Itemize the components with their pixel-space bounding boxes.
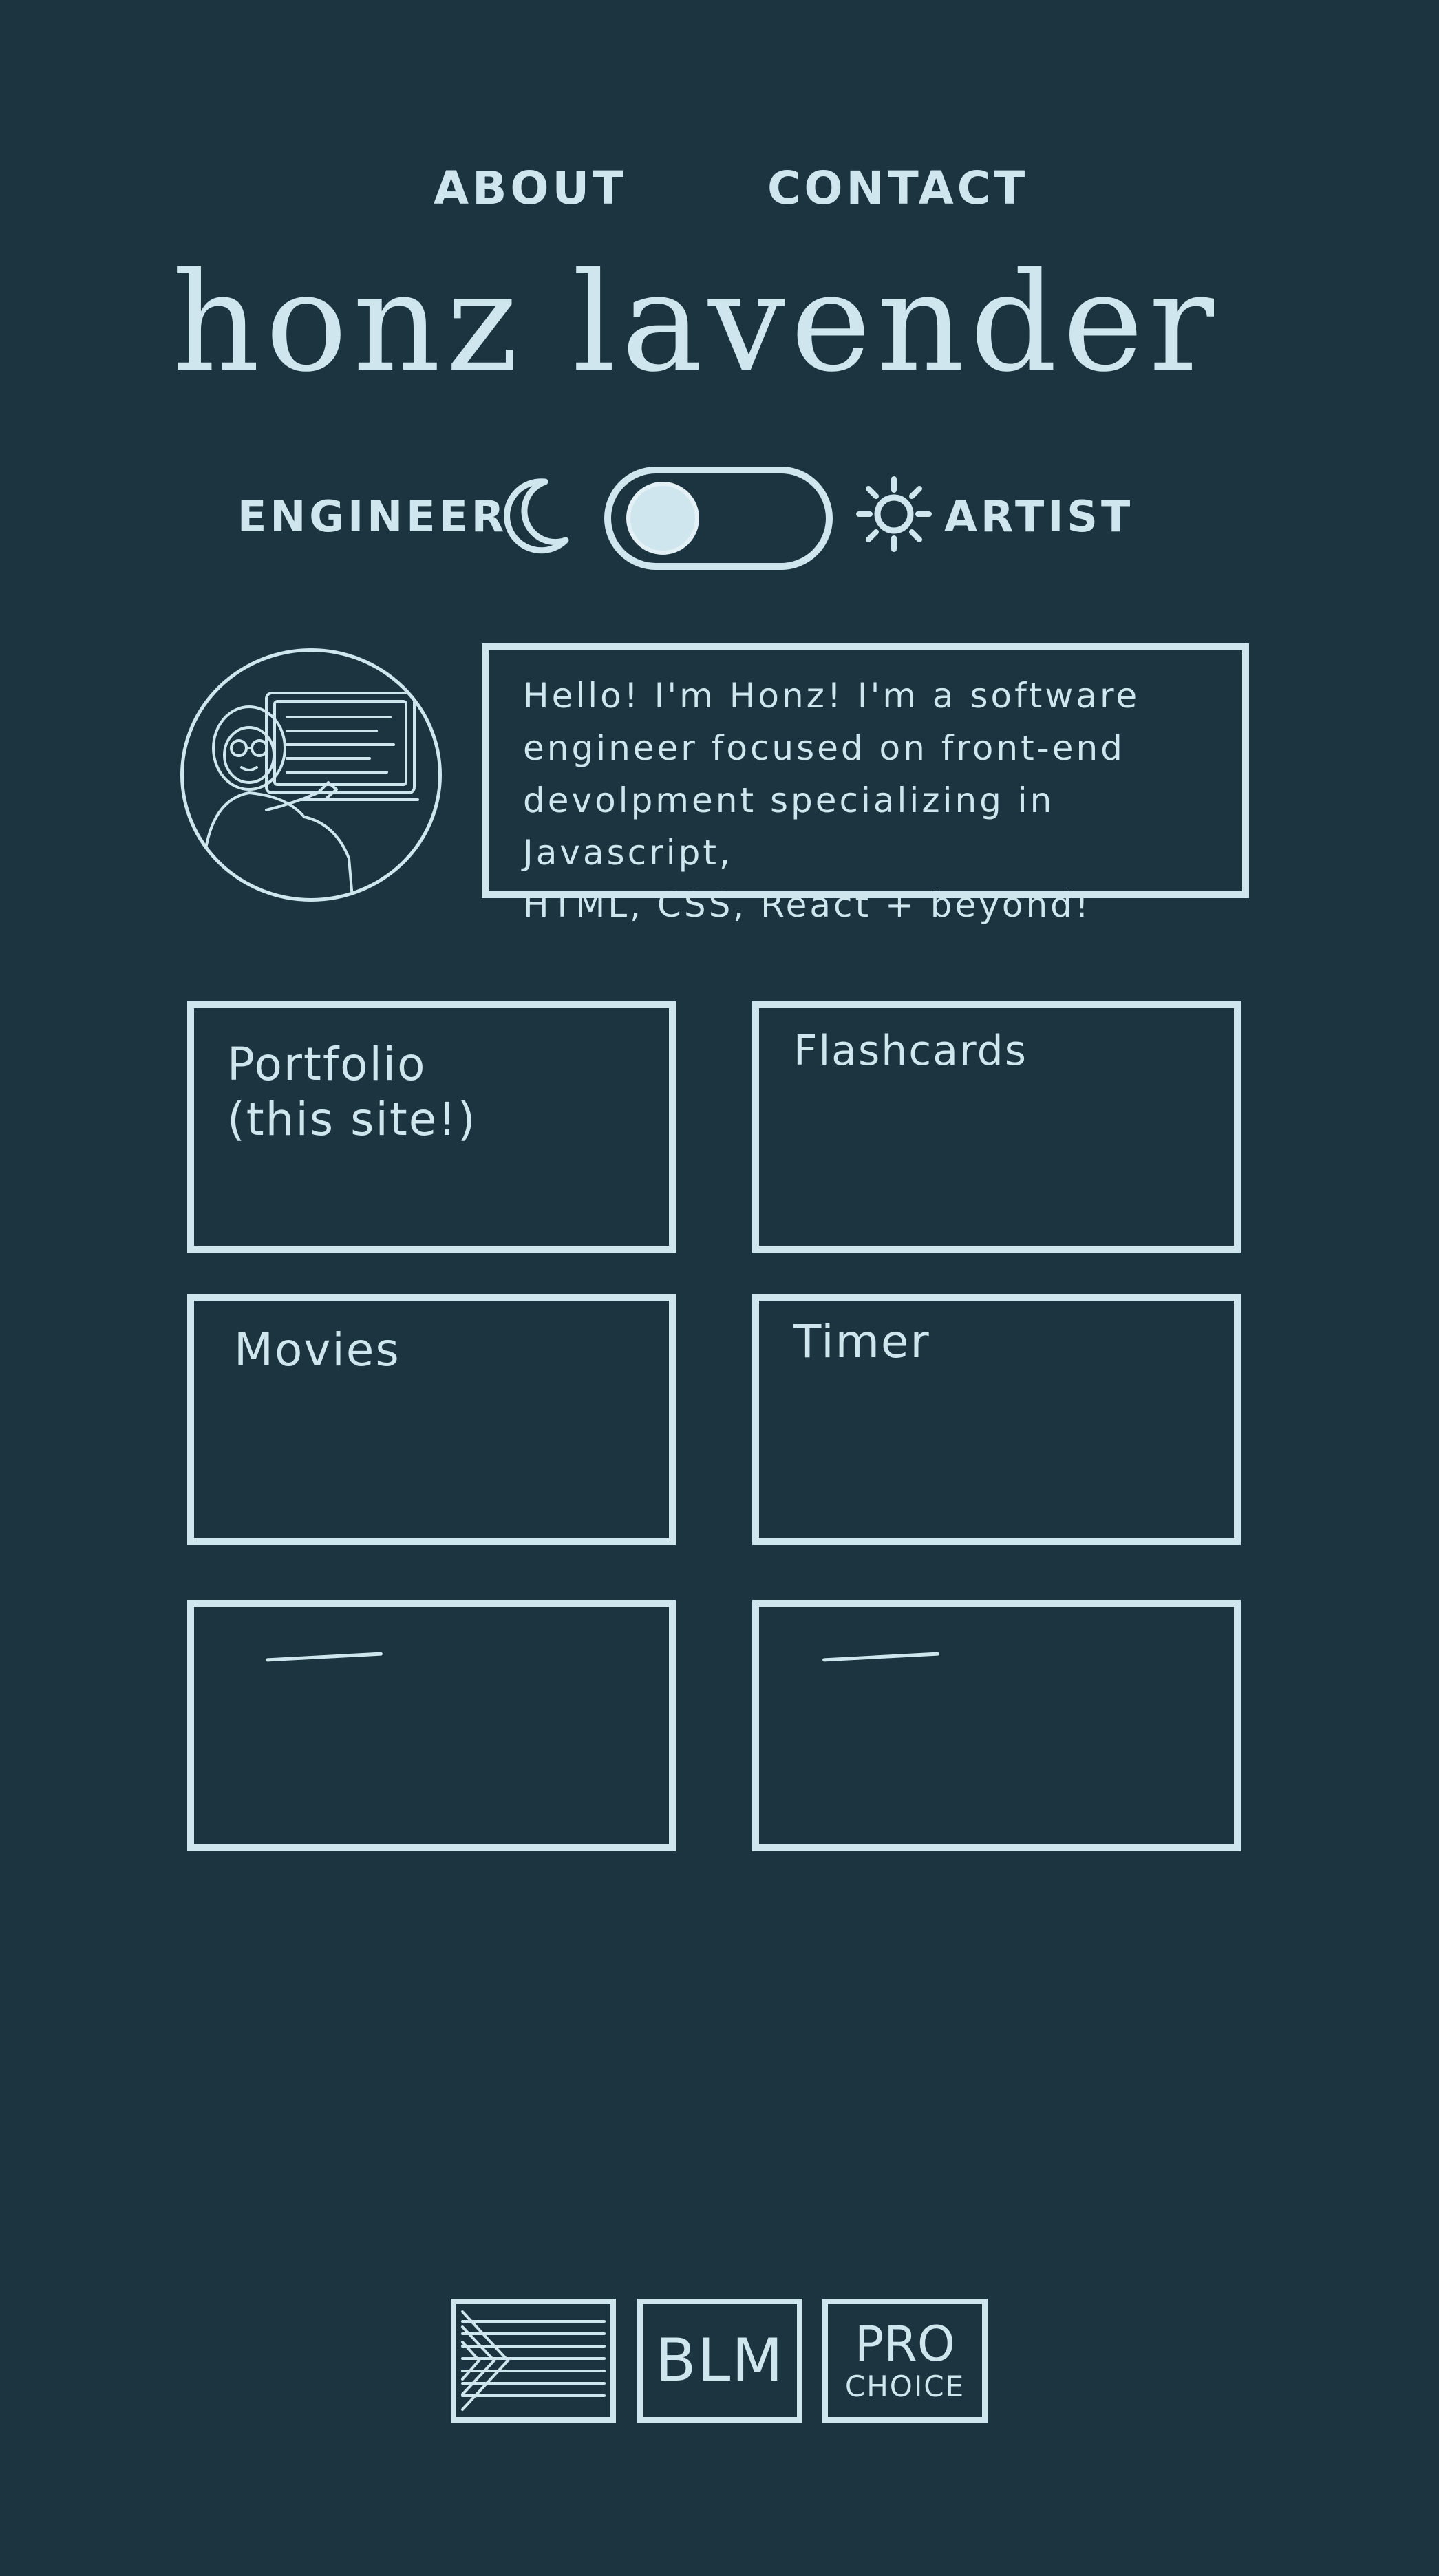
placeholder-dash bbox=[265, 1652, 383, 1662]
person-at-computer-illustration bbox=[203, 692, 419, 898]
card-title: Flashcards bbox=[793, 1027, 1027, 1075]
project-card-flashcards[interactable]: Flashcards bbox=[752, 1001, 1241, 1253]
toggle-knob bbox=[626, 482, 699, 555]
project-card-placeholder[interactable] bbox=[187, 1600, 676, 1851]
project-card-timer[interactable]: Timer bbox=[752, 1294, 1241, 1545]
blm-badge[interactable]: BLM bbox=[637, 2299, 802, 2423]
engineer-mode-label: ENGINEER bbox=[237, 491, 508, 542]
blm-badge-label: BLM bbox=[655, 2326, 785, 2395]
sun-icon bbox=[856, 476, 932, 552]
card-title: Movies bbox=[234, 1323, 401, 1376]
nav-about-link[interactable]: ABOUT bbox=[434, 162, 627, 215]
bio-box: Hello! I'm Honz! I'm a software engineer… bbox=[482, 643, 1249, 925]
bio-line: Hello! I'm Honz! I'm a software bbox=[523, 676, 1140, 716]
nav-contact-link[interactable]: CONTACT bbox=[767, 162, 1028, 215]
avatar bbox=[180, 648, 442, 902]
moon-icon bbox=[504, 478, 569, 554]
project-card-portfolio[interactable]: Portfolio (this site!) bbox=[187, 1001, 676, 1253]
artist-mode-label: ARTIST bbox=[944, 491, 1134, 542]
pro-choice-badge[interactable]: PRO CHOICE bbox=[822, 2299, 988, 2423]
bio-line: engineer focused on front-end bbox=[523, 728, 1125, 768]
site-title: honz lavender bbox=[172, 243, 1220, 402]
bio-text: Hello! I'm Honz! I'm a software engineer… bbox=[523, 670, 1222, 931]
pro-choice-label-top: PRO bbox=[855, 2316, 955, 2372]
mode-toggle-switch[interactable] bbox=[604, 467, 833, 570]
bio-line: HTML, CSS, React + beyond! bbox=[523, 885, 1091, 925]
flag-badge[interactable] bbox=[451, 2299, 616, 2423]
card-title: Timer bbox=[793, 1315, 930, 1368]
bio-line: devolpment specializing in Javascript, bbox=[523, 780, 1055, 873]
card-title: Portfolio (this site!) bbox=[227, 1038, 477, 1146]
project-card-placeholder[interactable] bbox=[752, 1600, 1241, 1851]
placeholder-dash bbox=[822, 1652, 940, 1662]
project-card-movies[interactable]: Movies bbox=[187, 1294, 676, 1545]
pro-choice-label-bottom: CHOICE bbox=[844, 2370, 966, 2403]
flag-icon bbox=[461, 2310, 606, 2411]
